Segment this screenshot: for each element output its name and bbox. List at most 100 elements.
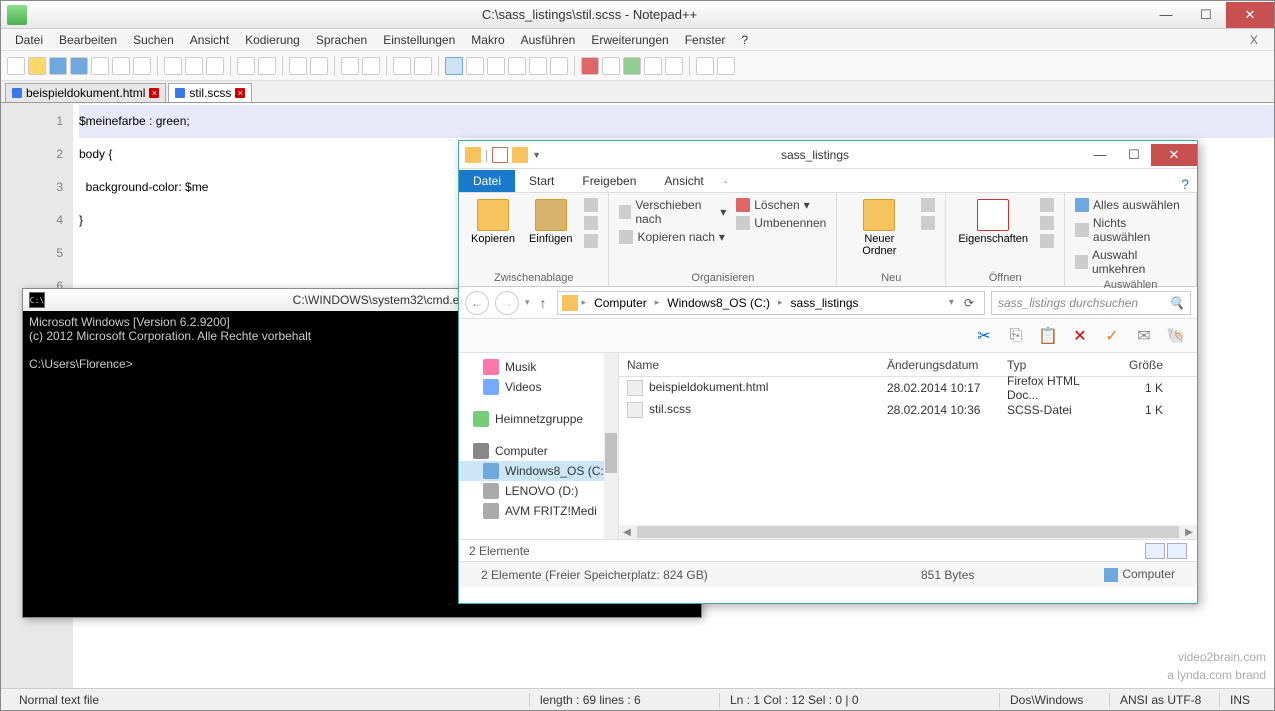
back-button[interactable]: ← [465, 291, 489, 315]
navigation-pane[interactable]: Musik Videos Heimnetzgruppe Computer Win… [459, 353, 619, 539]
menu-settings[interactable]: Einstellungen [375, 30, 463, 50]
copy-button[interactable]: Kopieren [467, 197, 519, 247]
minimize-button[interactable]: — [1083, 144, 1117, 166]
scrollbar-thumb[interactable] [605, 433, 617, 473]
recent-dropdown-icon[interactable]: ▾ [525, 297, 530, 308]
breadcrumb-drive[interactable]: Windows8_OS (C:) [663, 296, 774, 310]
paste-shortcut-button[interactable] [582, 233, 600, 249]
ribbon-tab-share[interactable]: Freigeben [568, 170, 650, 192]
folder-as-workspace-icon[interactable] [508, 57, 526, 75]
edit-button[interactable] [1038, 215, 1056, 231]
close-all-icon[interactable] [112, 57, 130, 75]
file-row[interactable]: beispieldokument.html 28.02.2014 10:17 F… [619, 377, 1197, 399]
zoom-out-icon[interactable] [362, 57, 380, 75]
find-icon[interactable] [289, 57, 307, 75]
select-all-button[interactable]: Alles auswählen [1073, 197, 1188, 213]
nav-music[interactable]: Musik [459, 357, 618, 377]
cut-icon[interactable] [164, 57, 182, 75]
new-file-icon[interactable] [7, 57, 25, 75]
file-row[interactable]: stil.scss 28.02.2014 10:36 SCSS-Datei 1 … [619, 399, 1197, 421]
copy-icon[interactable] [185, 57, 203, 75]
copy-path-button[interactable] [582, 215, 600, 231]
function-list-icon[interactable] [550, 57, 568, 75]
rename-button[interactable]: Umbenennen [734, 215, 828, 231]
spellcheck-next-icon[interactable] [717, 57, 735, 75]
redo-icon[interactable] [258, 57, 276, 75]
close-button[interactable]: ✕ [1151, 144, 1197, 166]
wordwrap-icon[interactable] [445, 57, 463, 75]
col-name[interactable]: Name [619, 358, 879, 372]
menu-encoding[interactable]: Kodierung [237, 30, 308, 50]
delete-icon[interactable]: ✕ [1069, 325, 1091, 347]
delete-button[interactable]: Löschen ▾ [734, 197, 828, 213]
sync-v-icon[interactable] [393, 57, 411, 75]
scroll-right-icon[interactable]: ▶ [1181, 527, 1197, 538]
nav-fritz[interactable]: AVM FRITZ!Medi [459, 501, 618, 521]
menu-help[interactable]: ? [733, 30, 756, 50]
nav-scrollbar[interactable] [604, 353, 618, 539]
menu-search[interactable]: Suchen [125, 30, 182, 50]
new-item-button[interactable] [919, 197, 937, 213]
record-macro-icon[interactable] [581, 57, 599, 75]
open-file-icon[interactable] [28, 57, 46, 75]
close-button[interactable]: ✕ [1226, 2, 1274, 28]
menu-edit[interactable]: Bearbeiten [51, 30, 125, 50]
maximize-button[interactable]: ☐ [1186, 2, 1226, 28]
open-button[interactable] [1038, 197, 1056, 213]
cut-button[interactable] [582, 197, 600, 213]
replace-icon[interactable] [310, 57, 328, 75]
copy-icon[interactable]: ⎘ [1005, 325, 1027, 347]
tab-beispieldokument[interactable]: beispieldokument.html × [5, 83, 166, 102]
maximize-button[interactable]: ☐ [1117, 144, 1151, 166]
cut-icon[interactable]: ✂ [973, 325, 995, 347]
qat-dropdown-icon[interactable]: ▼ [532, 150, 541, 160]
icons-view-button[interactable] [1167, 543, 1187, 559]
details-view-button[interactable] [1145, 543, 1165, 559]
refresh-icon[interactable]: ⟳ [958, 296, 980, 310]
zoom-in-icon[interactable] [341, 57, 359, 75]
menu-language[interactable]: Sprachen [308, 30, 375, 50]
nav-computer[interactable]: Computer [459, 441, 618, 461]
save-icon[interactable] [49, 57, 67, 75]
horizontal-scrollbar[interactable]: ◀ ▶ [619, 525, 1197, 539]
save-macro-icon[interactable] [665, 57, 683, 75]
sync-h-icon[interactable] [414, 57, 432, 75]
save-all-icon[interactable] [70, 57, 88, 75]
breadcrumb-folder[interactable]: sass_listings [787, 296, 863, 310]
indent-guide-icon[interactable] [487, 57, 505, 75]
spellcheck-icon[interactable] [696, 57, 714, 75]
nav-drive-c[interactable]: Windows8_OS (C:) [459, 461, 618, 481]
menu-run[interactable]: Ausführen [513, 30, 584, 50]
new-folder-button[interactable]: Neuer Ordner [845, 197, 913, 259]
nav-homegroup[interactable]: Heimnetzgruppe [459, 409, 618, 429]
scroll-track[interactable] [637, 526, 1179, 538]
menu-plugins[interactable]: Erweiterungen [583, 30, 676, 50]
breadcrumb-computer[interactable]: Computer [590, 296, 651, 310]
easy-access-button[interactable] [919, 215, 937, 231]
properties-icon[interactable] [492, 147, 508, 163]
tab-close-icon[interactable]: × [149, 88, 159, 98]
new-folder-icon[interactable] [512, 147, 528, 163]
stop-macro-icon[interactable] [602, 57, 620, 75]
menu-file[interactable]: Datei [7, 30, 51, 50]
menu-macro[interactable]: Makro [463, 30, 512, 50]
forward-button[interactable]: → [495, 291, 519, 315]
check-icon[interactable]: ✓ [1101, 325, 1123, 347]
tab-stil-scss[interactable]: stil.scss × [168, 83, 252, 102]
menu-window[interactable]: Fenster [677, 30, 734, 50]
doc-map-icon[interactable] [529, 57, 547, 75]
file-list-empty[interactable] [619, 421, 1197, 525]
properties-button[interactable]: Eigenschaften [954, 197, 1032, 247]
mail-icon[interactable]: ✉ [1133, 325, 1155, 347]
paste-button[interactable]: Einfügen [525, 197, 576, 247]
move-to-button[interactable]: Verschieben nach ▾ [617, 197, 728, 227]
col-type[interactable]: Typ [999, 358, 1121, 372]
ribbon-tab-start[interactable]: Start [515, 170, 568, 192]
menu-view[interactable]: Ansicht [182, 30, 237, 50]
select-none-button[interactable]: Nichts auswählen [1073, 215, 1188, 245]
ribbon-tab-file[interactable]: Datei [459, 170, 515, 192]
run-macro-multi-icon[interactable] [644, 57, 662, 75]
invert-selection-button[interactable]: Auswahl umkehren [1073, 247, 1188, 277]
tab-close-icon[interactable]: × [235, 88, 245, 98]
scroll-left-icon[interactable]: ◀ [619, 527, 635, 538]
